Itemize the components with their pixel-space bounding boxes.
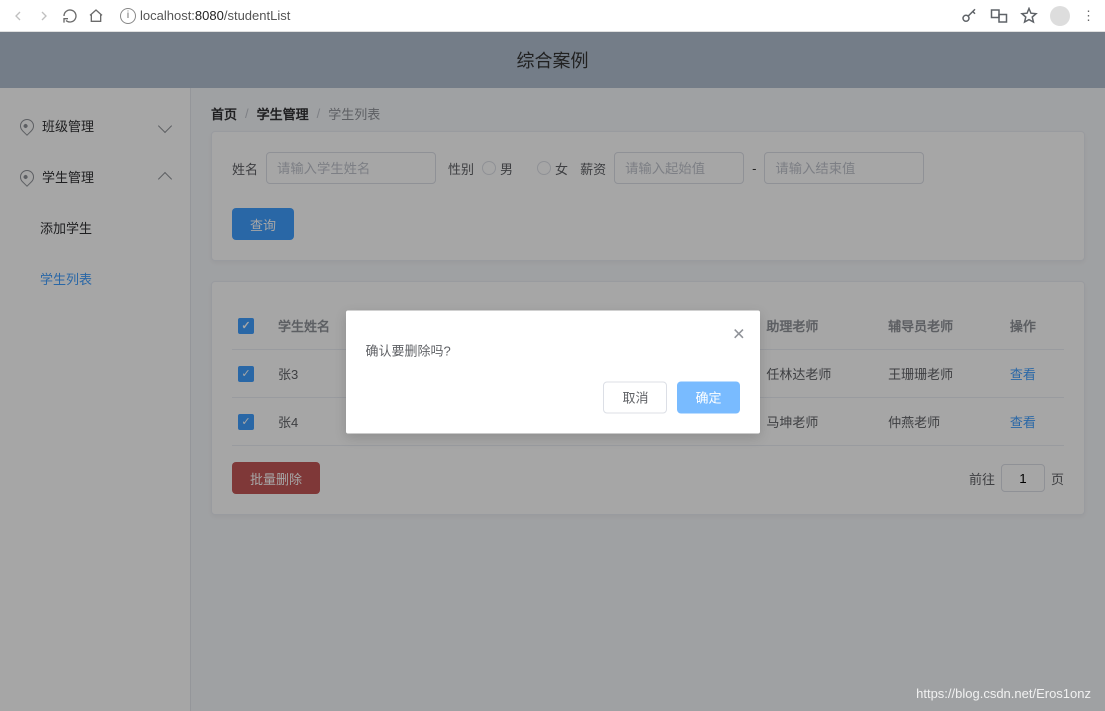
ok-button[interactable]: 确定: [677, 381, 739, 413]
browser-right-icons: ⋮: [960, 6, 1097, 26]
key-icon[interactable]: [960, 7, 978, 25]
profile-avatar[interactable]: [1050, 6, 1070, 26]
site-info-icon[interactable]: i: [120, 8, 136, 24]
dialog-message: 确认要删除吗?: [346, 310, 760, 371]
home-icon[interactable]: [86, 6, 106, 26]
confirm-dialog: ✕ 确认要删除吗? 取消 确定: [346, 310, 760, 433]
browser-toolbar: i localhost:8080/studentList ⋮: [0, 0, 1105, 32]
forward-icon[interactable]: [34, 6, 54, 26]
menu-icon[interactable]: ⋮: [1082, 8, 1097, 24]
cancel-button[interactable]: 取消: [603, 381, 667, 413]
watermark-text: https://blog.csdn.net/Eros1onz: [916, 686, 1091, 701]
url-text: localhost:8080/studentList: [140, 8, 290, 23]
star-icon[interactable]: [1020, 7, 1038, 25]
reload-icon[interactable]: [60, 6, 80, 26]
translate-icon[interactable]: [990, 7, 1008, 25]
back-icon[interactable]: [8, 6, 28, 26]
app-root: 综合案例 班级管理 学生管理 添加学生 学生列表 首页 / 学生管理 / 学生列…: [0, 32, 1105, 711]
address-bar[interactable]: i localhost:8080/studentList: [112, 8, 954, 24]
close-icon[interactable]: ✕: [732, 324, 745, 344]
